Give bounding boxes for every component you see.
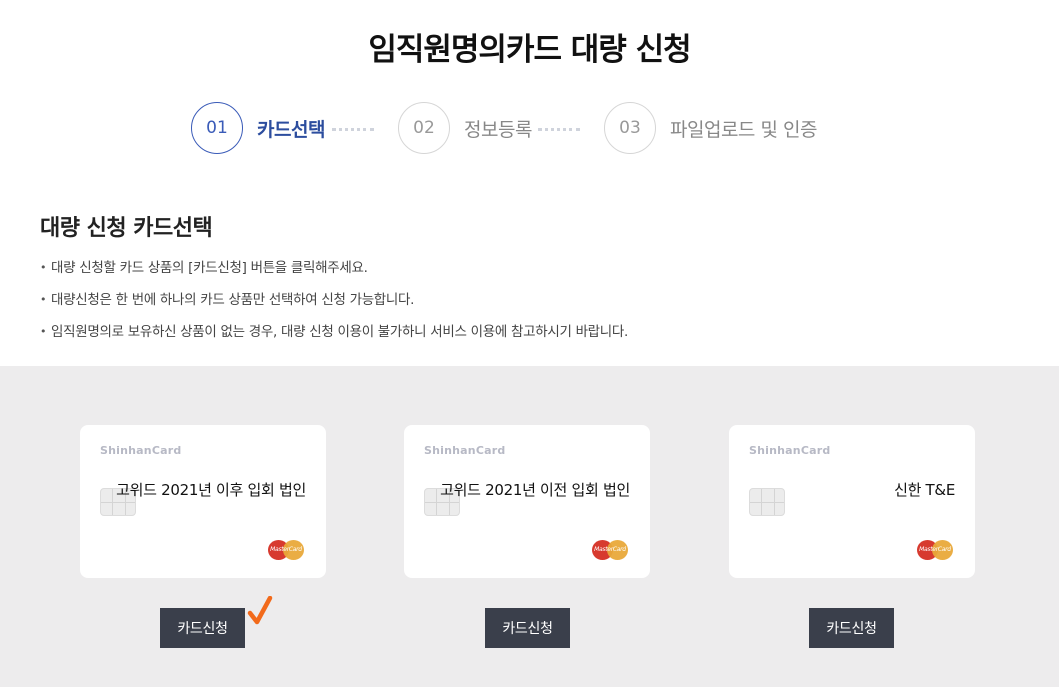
card-brand-logo: ShinhanCard [749,444,831,457]
step-1-number: 01 [191,102,243,154]
step-3-label: 파일업로드 및 인증 [670,119,817,141]
card-item: ShinhanCard 고위드 2021년 이후 입회 법인 MasterCar… [80,425,326,578]
card-item: ShinhanCard 신한 T&E MasterCard [729,425,975,578]
card-apply-button[interactable]: 카드신청 [485,608,570,648]
card-brand-logo: ShinhanCard [100,444,182,457]
card-name: 고위드 2021년 이후 입회 법인 [116,481,306,499]
mastercard-logo-icon: MasterCard [592,540,628,560]
step-1-label: 카드선택 [257,119,325,141]
card-apply-button[interactable]: 카드신청 [809,608,894,648]
page-title: 임직원명의카드 대량 신청 [368,32,691,68]
step-2-label: 정보등록 [464,119,532,141]
card-item: ShinhanCard 고위드 2021년 이전 입회 법인 MasterCar… [404,425,650,578]
step-connector [332,128,374,131]
step-3-number: 03 [604,102,656,154]
step-2-number: 02 [398,102,450,154]
check-mark-icon [247,596,273,625]
guide-item: 임직원명의로 보유하신 상품이 없는 경우, 대량 신청 이용이 불가하니 서비… [40,322,628,354]
mastercard-logo-icon: MasterCard [917,540,953,560]
card-name: 신한 T&E [894,481,955,499]
step-connector [538,128,580,131]
card-apply-button[interactable]: 카드신청 [160,608,245,648]
card-name: 고위드 2021년 이전 입회 법인 [440,481,630,499]
guide-item: 대량신청은 한 번에 하나의 카드 상품만 선택하여 신청 가능합니다. [40,290,628,322]
card-chip-icon [749,488,785,516]
card-brand-logo: ShinhanCard [424,444,506,457]
card-selection-area: ShinhanCard 고위드 2021년 이후 입회 법인 MasterCar… [0,366,1059,687]
section-title: 대량 신청 카드선택 [40,216,213,241]
guide-item: 대량 신청할 카드 상품의 [카드신청] 버튼을 클릭해주세요. [40,258,628,290]
guide-list: 대량 신청할 카드 상품의 [카드신청] 버튼을 클릭해주세요. 대량신청은 한… [40,258,628,354]
mastercard-logo-icon: MasterCard [268,540,304,560]
